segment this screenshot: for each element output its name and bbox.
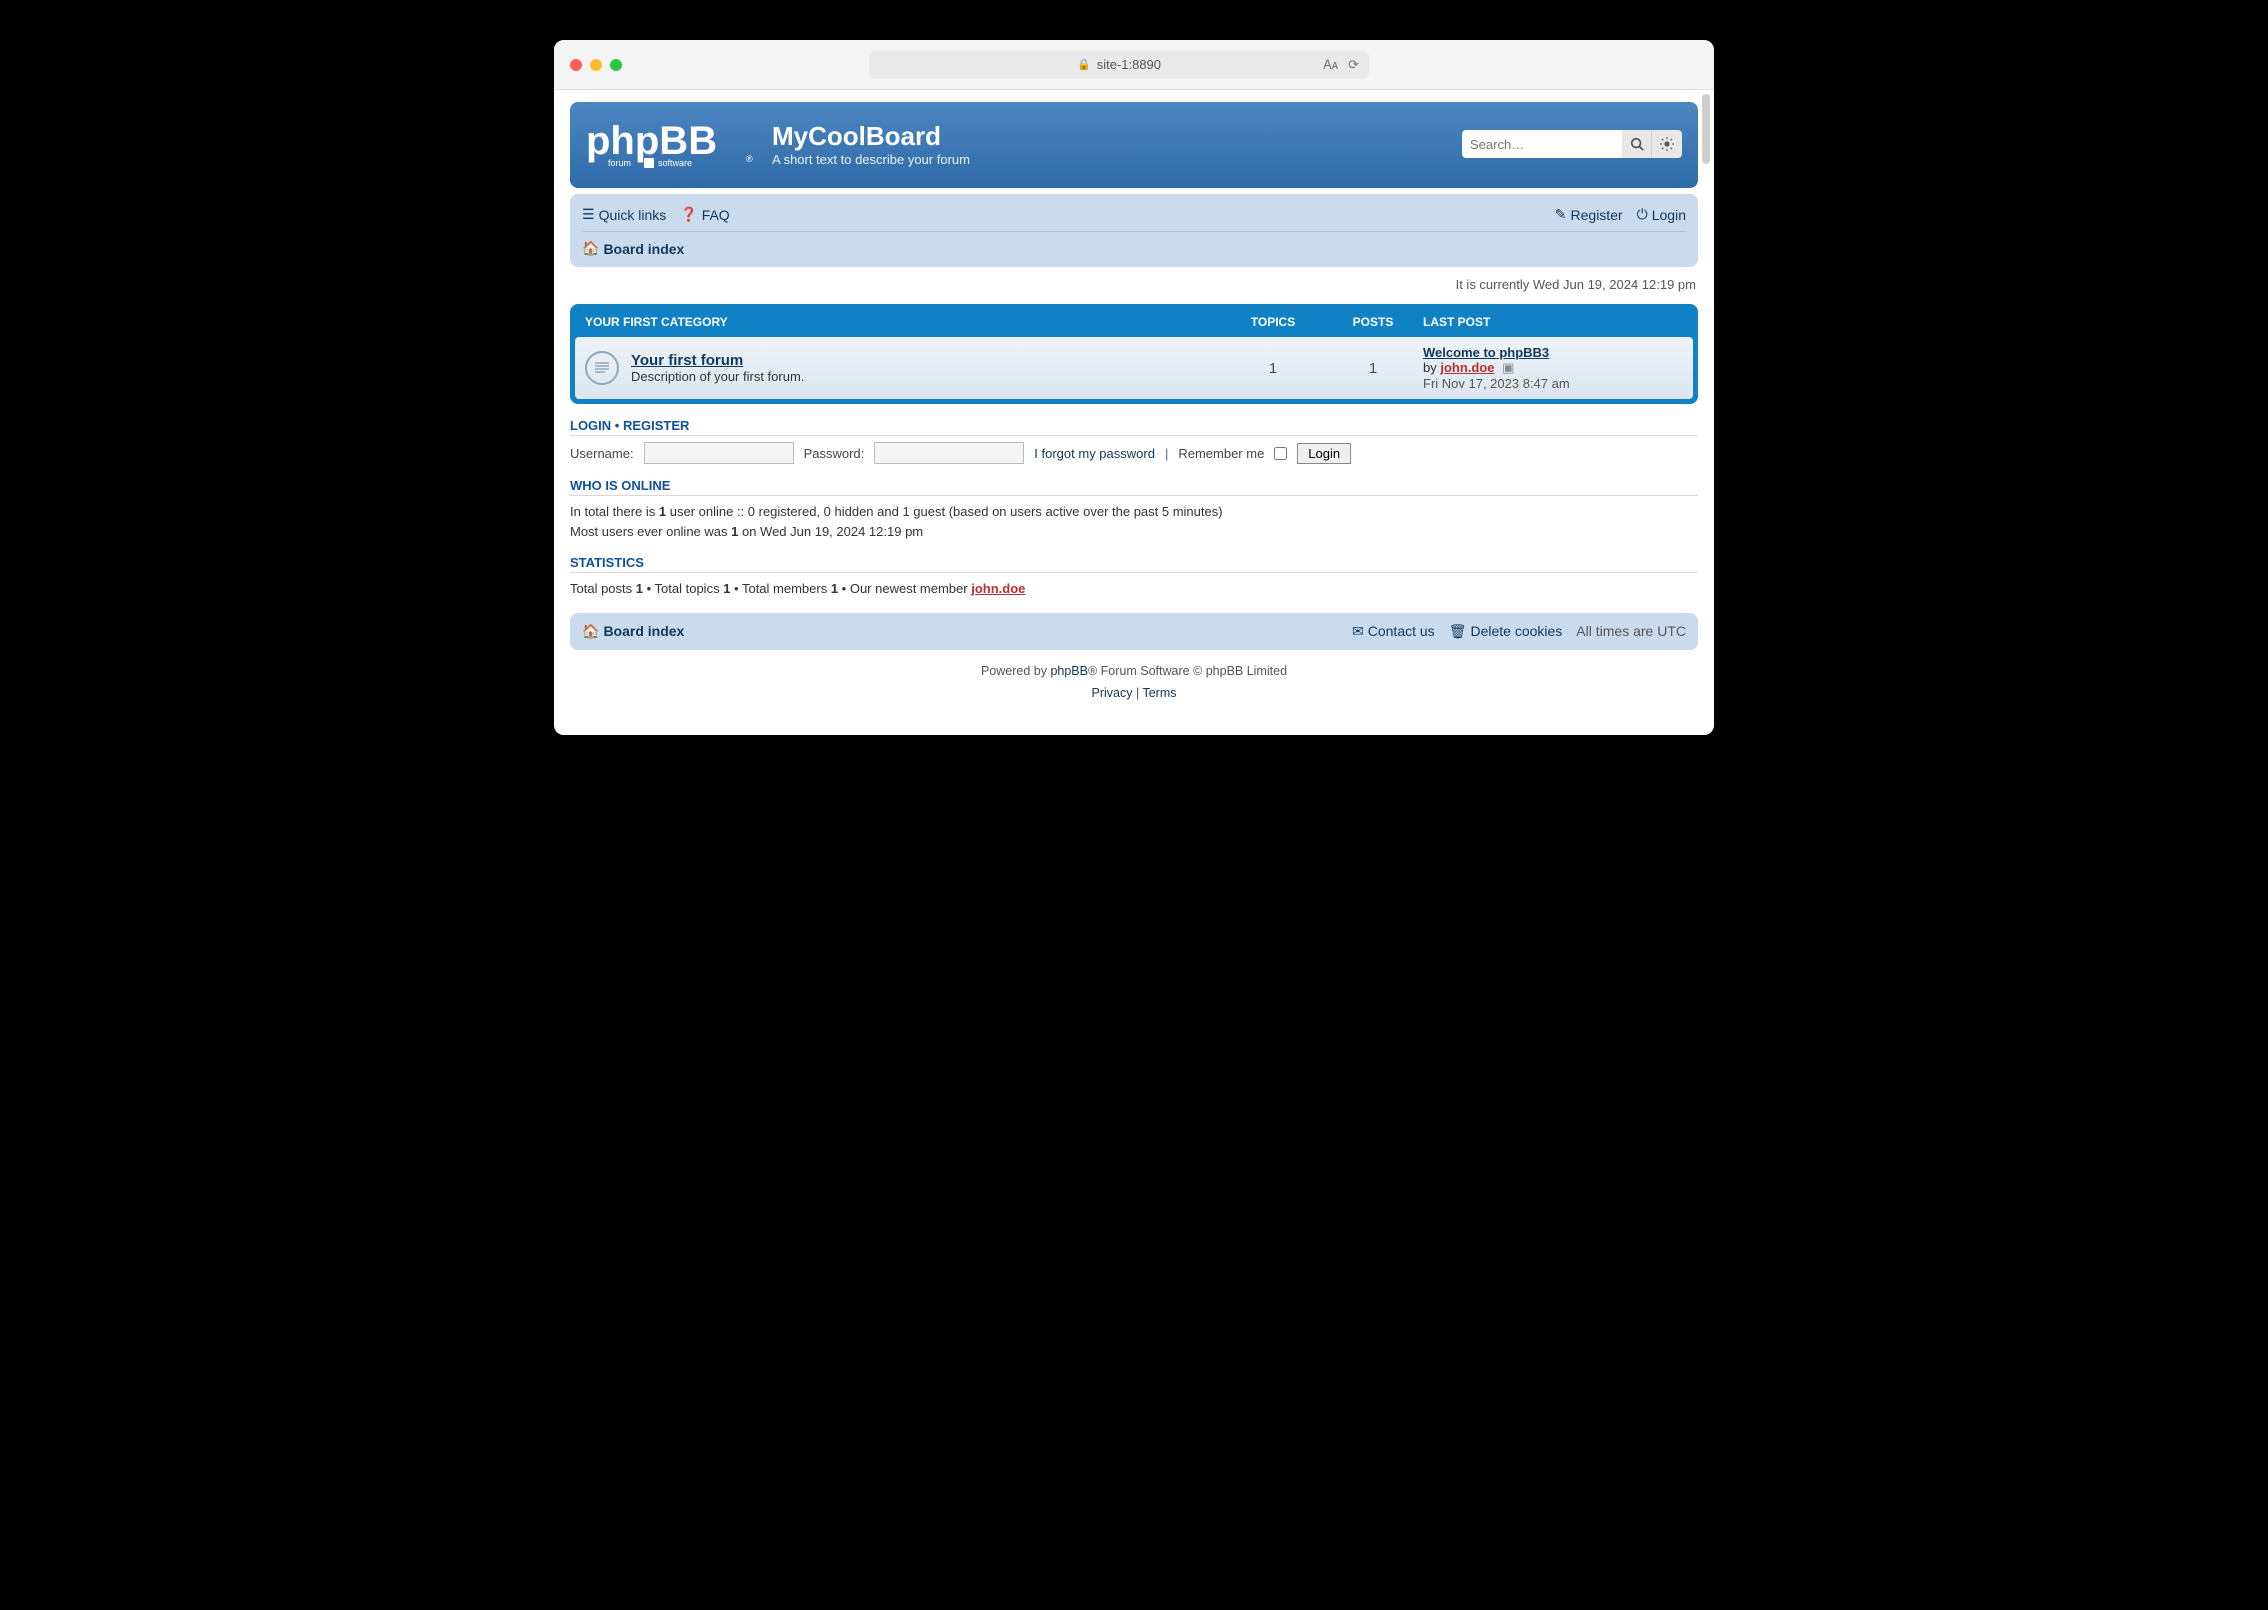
password-label: Password: xyxy=(804,446,865,461)
minimize-window-button[interactable] xyxy=(590,59,602,71)
forgot-password-link[interactable]: I forgot my password xyxy=(1034,446,1155,461)
col-posts-header: POSTS xyxy=(1323,315,1423,329)
remember-me-checkbox[interactable] xyxy=(1274,447,1287,460)
forum-header: phpBB forum software ® MyCoolBoard A sho… xyxy=(570,102,1698,188)
address-bar[interactable]: 🔒 site-1:8890 🗛 ⟳ xyxy=(869,51,1369,79)
advanced-search-button[interactable] xyxy=(1652,130,1682,158)
svg-text:phpBB: phpBB xyxy=(586,119,717,163)
forum-post-count: 1 xyxy=(1323,360,1423,377)
footer-board-index[interactable]: 🏠 Board index xyxy=(582,623,684,640)
col-lastpost-header: LAST POST xyxy=(1423,315,1683,329)
trash-icon: 🗑 xyxy=(1449,623,1467,640)
search-input[interactable] xyxy=(1462,130,1622,158)
breadcrumb-board-index[interactable]: 🏠 Board index xyxy=(582,240,684,257)
who-online-heading: WHO IS ONLINE xyxy=(570,478,1698,496)
help-icon: ❓ xyxy=(680,206,697,223)
page-content: phpBB forum software ® MyCoolBoard A sho… xyxy=(554,90,1714,735)
remember-me-label: Remember me xyxy=(1178,446,1264,461)
login-register-heading: LOGIN • REGISTER xyxy=(570,418,1698,436)
search-button[interactable] xyxy=(1622,130,1652,158)
mail-icon: ✉ xyxy=(1352,623,1364,640)
reload-button[interactable]: ⟳ xyxy=(1348,57,1359,73)
forum-row: Your first forum Description of your fir… xyxy=(575,337,1693,399)
svg-text:®: ® xyxy=(746,154,753,164)
terms-link[interactable]: Terms xyxy=(1142,686,1176,700)
statistics-text: Total posts 1 • Total topics 1 • Total m… xyxy=(570,579,1698,599)
nav-arrows xyxy=(646,57,660,73)
login-heading-link[interactable]: LOGIN xyxy=(570,418,611,433)
phpbb-logo: phpBB forum software ® xyxy=(586,114,756,174)
forum-title-link[interactable]: Your first forum xyxy=(631,352,743,369)
scrollbar[interactable] xyxy=(1702,94,1710,164)
timezone-text: All times are UTC xyxy=(1576,623,1686,639)
browser-toolbar: 🔒 site-1:8890 🗛 ⟳ xyxy=(554,40,1714,90)
svg-text:forum: forum xyxy=(608,158,631,168)
site-description: A short text to describe your forum xyxy=(772,152,970,167)
menu-icon: ☰ xyxy=(582,206,595,223)
login-link[interactable]: ⏻ Login xyxy=(1637,206,1686,223)
forum-icon xyxy=(585,351,619,385)
quick-links-menu[interactable]: ☰ Quick links xyxy=(582,206,666,223)
footer-navbar: 🏠 Board index ✉ Contact us 🗑 Delete cook… xyxy=(570,613,1698,650)
login-button[interactable]: Login xyxy=(1297,443,1351,464)
password-input[interactable] xyxy=(874,442,1024,464)
faq-link[interactable]: ❓ FAQ xyxy=(680,206,729,223)
delete-cookies-link[interactable]: 🗑 Delete cookies xyxy=(1449,623,1563,640)
privacy-link[interactable]: Privacy xyxy=(1092,686,1133,700)
forum-topic-count: 1 xyxy=(1223,360,1323,377)
maximize-window-button[interactable] xyxy=(610,59,622,71)
forum-description: Description of your first forum. xyxy=(631,369,1223,384)
power-icon: ⏻ xyxy=(1637,206,1648,223)
col-topics-header: TOPICS xyxy=(1223,315,1323,329)
current-time: It is currently Wed Jun 19, 2024 12:19 p… xyxy=(572,277,1696,292)
search-box xyxy=(1462,130,1682,158)
who-online-text: In total there is 1 user online :: 0 reg… xyxy=(570,502,1698,541)
goto-post-icon[interactable]: ▣ xyxy=(1502,360,1514,375)
quick-login-form: Username: Password: I forgot my password… xyxy=(570,442,1698,464)
last-post-by-label: by xyxy=(1423,360,1440,375)
reader-icon[interactable]: 🗛 xyxy=(1323,57,1338,73)
home-icon: 🏠 xyxy=(582,240,599,257)
last-post-date: Fri Nov 17, 2023 8:47 am xyxy=(1423,376,1570,391)
last-post-user[interactable]: john.doe xyxy=(1440,360,1494,375)
close-window-button[interactable] xyxy=(570,59,582,71)
navbar: ☰ Quick links ❓ FAQ ✎ Register xyxy=(570,194,1698,267)
edit-icon: ✎ xyxy=(1555,206,1567,223)
username-label: Username: xyxy=(570,446,634,461)
home-icon: 🏠 xyxy=(582,623,599,640)
svg-text:software: software xyxy=(658,158,692,168)
register-link[interactable]: ✎ Register xyxy=(1555,206,1623,223)
last-post: Welcome to phpBB3 by john.doe ▣ Fri Nov … xyxy=(1423,345,1683,391)
newest-member-link[interactable]: john.doe xyxy=(971,581,1025,596)
phpbb-link[interactable]: phpBB xyxy=(1050,664,1088,678)
browser-window: 🔒 site-1:8890 🗛 ⟳ phpBB forum software ® xyxy=(554,40,1714,735)
username-input[interactable] xyxy=(644,442,794,464)
window-controls xyxy=(570,59,622,71)
register-heading-link[interactable]: REGISTER xyxy=(623,418,689,433)
copyright: Powered by phpBB® Forum Software © phpBB… xyxy=(570,660,1698,705)
last-post-title[interactable]: Welcome to phpBB3 xyxy=(1423,345,1549,360)
category-block: YOUR FIRST CATEGORY TOPICS POSTS LAST PO… xyxy=(570,304,1698,404)
contact-us-link[interactable]: ✉ Contact us xyxy=(1352,623,1435,640)
category-name[interactable]: YOUR FIRST CATEGORY xyxy=(585,315,1223,329)
statistics-heading: STATISTICS xyxy=(570,555,1698,573)
lock-icon: 🔒 xyxy=(1077,58,1091,71)
site-title: MyCoolBoard xyxy=(772,121,970,152)
url-text: site-1:8890 xyxy=(1097,57,1161,72)
